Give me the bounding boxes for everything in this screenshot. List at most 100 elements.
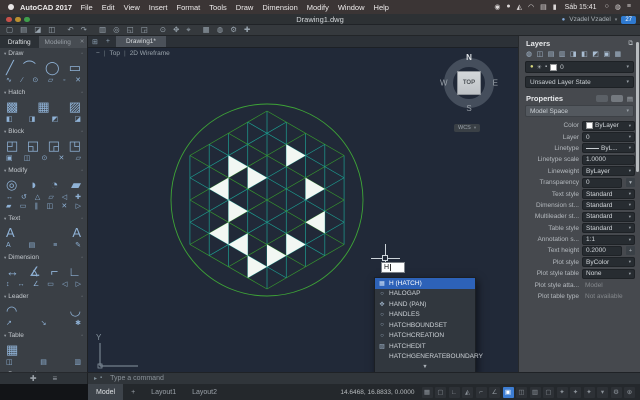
ordinate-dim-icon[interactable]: ∟ [68,265,81,278]
match-layer-icon[interactable]: ▣ [603,50,610,58]
dynamic-command-input[interactable]: H [381,262,405,273]
object-snap-icon[interactable]: ▣ [502,386,514,398]
compass-north[interactable]: N [466,53,472,62]
isometric-drafting-icon[interactable]: ⌐ [475,386,487,398]
viewport-control-top[interactable]: Top [110,50,120,57]
section-header-block[interactable]: ▾ Block ▫ [4,127,83,136]
menu-clock[interactable]: Sáb 15:41 [560,4,602,11]
unisolate-layer-icon[interactable]: ▥ [559,50,566,58]
section-header-modify[interactable]: ▾ Modify ▫ [4,166,83,175]
redo-icon[interactable]: ↷ [81,26,87,34]
current-layer-row[interactable]: ● ☀ ▪ 0 ▾ [525,61,634,73]
move-icon[interactable]: ◎ [6,178,17,191]
wipeout-icon[interactable]: ◩ [52,116,59,123]
zoom-icon[interactable]: ⊙ [160,26,166,34]
line-icon[interactable]: ╱ [6,61,14,74]
open-file-icon[interactable]: ▤ [20,26,27,34]
edit-text-icon[interactable]: A [72,226,81,239]
break-icon[interactable]: ◫ [46,203,53,210]
updates-icon[interactable]: ◭ [514,3,525,11]
export-table-icon[interactable]: ◫ [6,359,13,366]
transparency-menu-button[interactable]: ▾ [626,178,635,188]
create-block-icon[interactable]: ◱ [27,139,39,152]
menu-format[interactable]: Format [172,3,205,12]
hatched-triangle[interactable] [305,177,325,200]
continue-dim-icon[interactable]: ◁ [62,281,67,288]
hatched-triangle[interactable] [305,211,325,234]
osnap-tracking-icon[interactable]: ∠ [489,386,500,398]
mirror-icon[interactable]: ↔ [6,194,13,201]
edit-block-icon[interactable]: ◫ [24,155,31,162]
property-value-text-style[interactable]: Standard ▾ [582,189,635,200]
drawing-canvas[interactable]: ⊞ + Drawing1* − | Top | 2D Wireframe N S W E… [88,36,518,372]
justify-text-icon[interactable]: ≡ [53,242,57,249]
join-icon[interactable]: ✚ [75,194,81,201]
donut-icon[interactable]: ◦ [63,77,65,84]
measure-icon[interactable]: ⌖ [186,26,190,34]
selection-cycling-icon[interactable]: ▢ [543,386,554,398]
island-detect-icon[interactable]: ◪ [74,116,81,123]
section-header-leader[interactable]: ▾ Leader ▫ [4,292,83,301]
add-palette-icon[interactable]: ✚ [244,26,250,34]
property-value-color[interactable]: ByLayer ▾ [582,120,635,131]
insert-block-icon[interactable]: ◰ [6,139,18,152]
text-style-icon[interactable]: ✎ [75,242,81,249]
array-icon[interactable]: ◁ [62,194,67,201]
aligned-dim-icon[interactable]: ↕ [6,281,10,288]
properties-toggle-left[interactable] [595,95,608,102]
cloud-status-icon[interactable]: ● [503,3,513,11]
paste-clip-icon[interactable]: ◲ [141,26,148,34]
menu-modify[interactable]: Modify [302,3,333,12]
delete-icon[interactable]: ✕ [61,203,67,210]
radius-dim-icon[interactable]: ⌐ [51,265,59,278]
suggestion-handles[interactable]: ○ HANDLES [375,310,475,321]
new-file-icon[interactable]: ▢ [6,26,13,34]
align-leaders-icon[interactable]: ✱ [75,320,81,327]
trim-icon[interactable]: ◔ [50,178,58,191]
undo-icon[interactable]: ↶ [67,26,73,34]
property-value-transparency[interactable]: 0 [582,177,622,188]
lock-layer-icon[interactable]: ◧ [581,50,588,58]
property-value-linetype-scale[interactable]: 1.0000 [582,154,635,165]
scale-menu-icon[interactable]: ▾ [597,386,608,398]
copy-icon[interactable]: ▭ [20,203,27,210]
section-settings-icon[interactable]: ▫ [81,129,83,135]
compass-south[interactable]: S [466,104,471,113]
property-value-lineweight[interactable]: ByLayer ▾ [582,166,635,177]
polygon-icon[interactable]: ▱ [48,77,53,84]
section-header-draw[interactable]: ▾ Draw ▫ [4,49,83,58]
hatched-triangle[interactable] [247,166,267,189]
annotation-autoscale-icon[interactable]: ✦ [570,386,581,398]
view-cube[interactable]: N S W E TOP [440,53,498,113]
apple-menu-icon[interactable] [8,4,14,10]
group-icon[interactable]: ▱ [76,155,81,162]
stretch-icon[interactable]: ▱ [48,194,53,201]
layer-lock-icon[interactable]: ▪ [545,64,547,70]
new-tab-button[interactable]: + [102,38,114,45]
settings-icon[interactable]: ⚙ [230,26,237,34]
dynamic-input-icon[interactable]: ▪ [100,375,102,382]
display-icon[interactable]: ▤ [537,3,550,11]
palette-tab-drafting[interactable]: Drafting [0,36,39,48]
property-value-dimension-st[interactable]: Standard ▾ [582,200,635,211]
menu-insert[interactable]: Insert [144,3,172,12]
hatched-triangle[interactable] [286,144,306,167]
offset-icon[interactable]: ▰ [71,178,81,191]
grid-display-icon[interactable]: ▦ [421,386,433,398]
property-value-table-style[interactable]: Standard ▾ [582,223,635,234]
multileader-icon[interactable]: ◠ [6,304,17,317]
linear-dim-icon[interactable]: ↔ [6,265,19,278]
properties-toggle-right[interactable] [610,95,623,102]
freeze-layer-icon[interactable]: ◨ [570,50,577,58]
sync-badge[interactable]: 27 [621,15,636,24]
space-selector[interactable]: Model Space ▾ [525,105,634,117]
layer-states-icon[interactable]: ◫ [537,50,544,58]
quick-dim-icon[interactable]: ▷ [76,281,81,288]
hatch-pattern-icon[interactable]: ▦ [37,100,49,113]
property-value-layer[interactable]: 0 ▾ [582,132,635,143]
angular-dim-icon[interactable]: ∡ [29,265,41,278]
attribute-icon[interactable]: ▣ [6,155,13,162]
ortho-mode-icon[interactable]: ∟ [448,386,460,398]
tab-layout2[interactable]: Layout2 [184,384,225,400]
palette-menu-icon[interactable]: ≡ [53,374,58,383]
